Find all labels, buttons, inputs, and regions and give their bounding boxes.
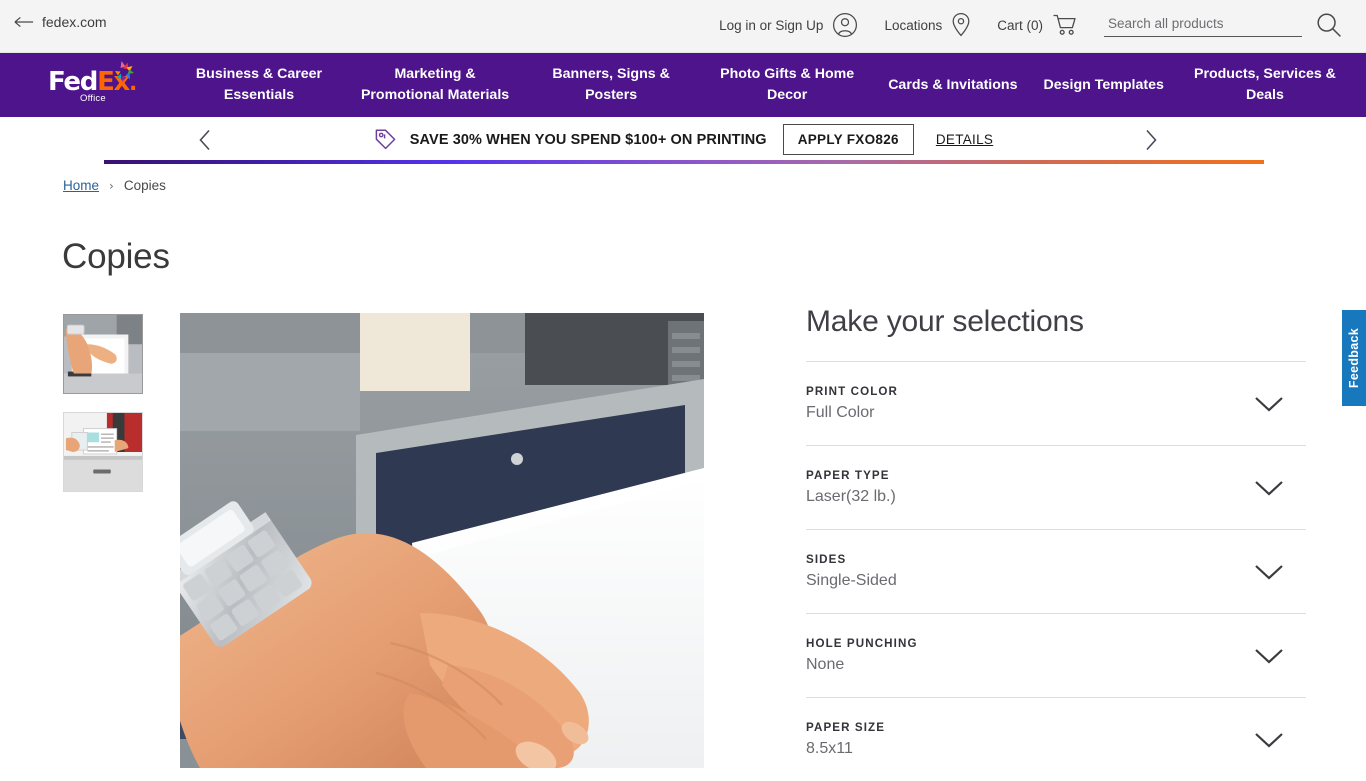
promo-next-button[interactable] bbox=[1139, 129, 1163, 151]
nav-item-business-career-essentials[interactable]: Business & Career Essentials bbox=[184, 64, 334, 106]
breadcrumb: Home › Copies bbox=[63, 178, 166, 193]
selection-value-print-color: Full Color bbox=[806, 404, 875, 421]
chevron-down-icon bbox=[1255, 564, 1283, 579]
page-title: Copies bbox=[62, 237, 170, 276]
breadcrumb-separator-icon: › bbox=[109, 178, 114, 193]
selection-value-sides: Single-Sided bbox=[806, 572, 897, 589]
product-thumbnail-1[interactable] bbox=[63, 314, 143, 394]
promo-message: SAVE 30% WHEN YOU SPEND $100+ ON PRINTIN… bbox=[409, 131, 767, 148]
product-hero-image[interactable] bbox=[180, 313, 704, 768]
user-circle-icon bbox=[833, 12, 858, 38]
product-thumbnail-2[interactable] bbox=[63, 412, 143, 492]
selection-label-hole-punching: HOLE PUNCHING bbox=[806, 637, 918, 650]
chevron-down-icon bbox=[1255, 648, 1283, 663]
apply-promo-code-button[interactable]: APPLY FXO826 bbox=[782, 124, 914, 155]
utility-links: Log in or Sign Up Locations Cart (0) bbox=[719, 10, 1366, 40]
locations-label: Locations bbox=[884, 17, 943, 33]
shopping-cart-icon bbox=[1053, 14, 1076, 35]
map-pin-icon bbox=[952, 12, 970, 37]
nav-item-design-templates[interactable]: Design Templates bbox=[1044, 75, 1164, 96]
chevron-down-icon bbox=[1255, 480, 1283, 495]
selection-value-hole-punching: None bbox=[806, 656, 845, 673]
selection-row-print-color[interactable]: PRINT COLOR Full Color bbox=[806, 361, 1306, 445]
back-arrow-icon bbox=[14, 17, 34, 27]
promo-details-link[interactable]: DETAILS bbox=[936, 132, 993, 147]
selection-label-sides: SIDES bbox=[806, 553, 847, 566]
search-icon[interactable] bbox=[1314, 10, 1344, 40]
chevron-right-icon bbox=[1146, 129, 1157, 150]
selection-row-paper-type[interactable]: PAPER TYPE Laser(32 lb.) bbox=[806, 445, 1306, 529]
breadcrumb-current: Copies bbox=[123, 178, 166, 193]
nav-item-products-services-deals[interactable]: Products, Services & Deals bbox=[1190, 64, 1340, 106]
chevron-down-icon bbox=[1255, 732, 1283, 747]
selection-row-sides[interactable]: SIDES Single-Sided bbox=[806, 529, 1306, 613]
feedback-tab[interactable]: Feedback bbox=[1342, 310, 1366, 406]
cart-label: Cart (0) bbox=[997, 17, 1043, 33]
cart-link[interactable]: Cart (0) bbox=[997, 13, 1078, 37]
back-to-fedex-link[interactable]: fedex.com bbox=[14, 14, 107, 30]
make-your-selections-panel: Make your selections PRINT COLOR Full Co… bbox=[806, 305, 1306, 781]
promo-prev-button[interactable] bbox=[193, 129, 217, 151]
back-link-label: fedex.com bbox=[42, 14, 107, 30]
selection-value-paper-type: Laser(32 lb.) bbox=[806, 488, 896, 505]
hand-on-copier-thumbnail-image bbox=[64, 315, 142, 393]
person-holding-documents-thumbnail-image bbox=[64, 413, 142, 491]
primary-navigation-bar: FedEx. Office Business & Career Essentia… bbox=[0, 53, 1366, 117]
price-tag-icon bbox=[375, 128, 396, 149]
nav-item-cards-invitations[interactable]: Cards & Invitations bbox=[888, 75, 1017, 96]
search-area bbox=[1104, 10, 1344, 40]
account-label: Log in or Sign Up bbox=[719, 17, 824, 33]
fedex-office-pinwheel-icon bbox=[115, 61, 134, 82]
hand-placing-paper-on-copier-image bbox=[180, 313, 704, 768]
breadcrumb-home-link[interactable]: Home bbox=[63, 178, 99, 193]
selections-heading: Make your selections bbox=[806, 305, 1084, 338]
promotion-banner: SAVE 30% WHEN YOU SPEND $100+ ON PRINTIN… bbox=[0, 117, 1366, 162]
chevron-down-icon bbox=[1255, 396, 1283, 411]
account-link[interactable]: Log in or Sign Up bbox=[719, 12, 858, 38]
nav-item-photo-gifts-home-decor[interactable]: Photo Gifts & Home Decor bbox=[712, 64, 862, 106]
selection-label-print-color: PRINT COLOR bbox=[806, 385, 898, 398]
selection-row-paper-size[interactable]: PAPER SIZE 8.5x11 bbox=[806, 697, 1306, 781]
feedback-label: Feedback bbox=[1347, 327, 1361, 389]
nav-item-list: Business & Career Essentials Marketing &… bbox=[158, 64, 1366, 106]
selection-row-hole-punching[interactable]: HOLE PUNCHING None bbox=[806, 613, 1306, 697]
search-input[interactable] bbox=[1104, 13, 1302, 37]
promo-gradient-divider bbox=[104, 160, 1264, 164]
browser-utility-bar: fedex.com Log in or Sign Up Locations Ca… bbox=[0, 0, 1366, 53]
selection-label-paper-size: PAPER SIZE bbox=[806, 721, 886, 734]
logo-office-text: Office bbox=[80, 93, 106, 104]
fedex-office-logo[interactable]: FedEx. Office bbox=[46, 61, 158, 108]
locations-link[interactable]: Locations bbox=[884, 12, 971, 38]
promo-content: SAVE 30% WHEN YOU SPEND $100+ ON PRINTIN… bbox=[373, 124, 993, 155]
product-thumbnail-list bbox=[63, 314, 143, 510]
chevron-left-icon bbox=[199, 129, 210, 150]
nav-item-banners-signs-posters[interactable]: Banners, Signs & Posters bbox=[536, 64, 686, 106]
selection-label-paper-type: PAPER TYPE bbox=[806, 469, 890, 482]
selection-value-paper-size: 8.5x11 bbox=[806, 740, 853, 757]
nav-item-marketing-promotional-materials[interactable]: Marketing & Promotional Materials bbox=[360, 64, 510, 106]
